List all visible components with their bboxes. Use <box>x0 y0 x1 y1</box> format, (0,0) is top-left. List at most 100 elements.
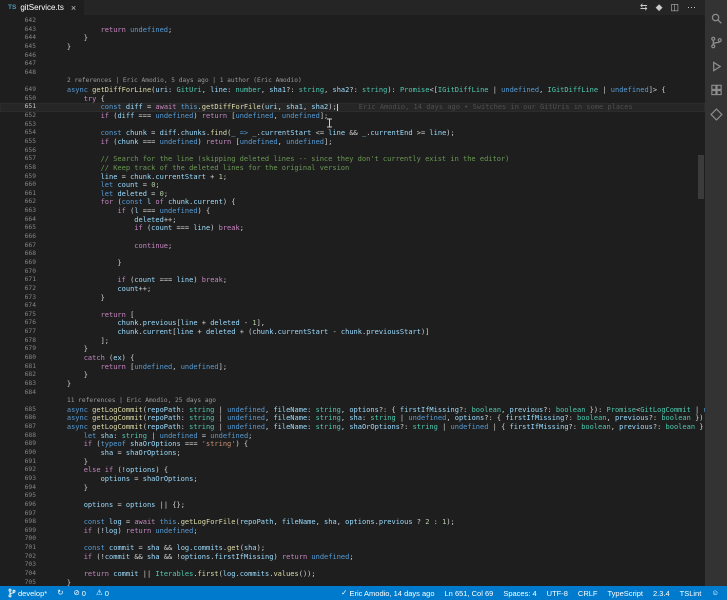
line-number[interactable]: 676 <box>0 319 50 328</box>
code-line[interactable]: 704 return commit || Iterables.first(log… <box>0 570 705 579</box>
code-line[interactable]: 694 } <box>0 484 705 493</box>
code-line[interactable]: 691 } <box>0 458 705 467</box>
codelens-row[interactable]: 2 references | Eric Amodio, 5 days ago |… <box>0 77 705 86</box>
line-number[interactable]: 691 <box>0 458 50 467</box>
code-line[interactable]: 684 <box>0 389 705 398</box>
line-number[interactable]: 654 <box>0 129 50 138</box>
line-number[interactable]: 660 <box>0 181 50 190</box>
line-number[interactable] <box>0 77 50 86</box>
line-number[interactable]: 652 <box>0 112 50 121</box>
line-number[interactable]: 694 <box>0 484 50 493</box>
line-number[interactable]: 671 <box>0 276 50 285</box>
language-mode[interactable]: TypeScript <box>608 589 643 598</box>
code-line[interactable]: 689 if (typeof shaOrOptions === 'string'… <box>0 440 705 449</box>
line-number[interactable]: 656 <box>0 147 50 156</box>
gitlens-icon[interactable] <box>709 108 723 121</box>
codelens-text[interactable]: 11 references | Eric Amodio, 25 days ago <box>50 397 705 406</box>
line-number[interactable]: 672 <box>0 285 50 294</box>
code-line[interactable]: 661 let deleted = 0; <box>0 190 705 199</box>
line-number[interactable]: 698 <box>0 518 50 527</box>
line-number[interactable]: 701 <box>0 544 50 553</box>
eol[interactable]: CRLF <box>578 589 598 598</box>
code-line[interactable]: 642 <box>0 17 705 26</box>
line-number[interactable]: 666 <box>0 233 50 242</box>
code-line[interactable]: 676 chunk.previous[line + deleted - 1], <box>0 319 705 328</box>
close-tab-icon[interactable]: × <box>71 3 76 13</box>
split-editor-action-icon[interactable]: ◫ <box>670 2 679 13</box>
code-line[interactable]: 655 if (chunk === undefined) return [und… <box>0 138 705 147</box>
code-line[interactable]: 672 count++; <box>0 285 705 294</box>
line-number[interactable]: 646 <box>0 52 50 61</box>
code-line[interactable]: 701 const commit = sha && log.commits.ge… <box>0 544 705 553</box>
line-number[interactable]: 679 <box>0 345 50 354</box>
code-line[interactable]: 671 if (count === line) break; <box>0 276 705 285</box>
gitlens-action-icon[interactable]: ◆ <box>656 2 663 13</box>
code-line[interactable]: 702 if (!commit && sha && !options.first… <box>0 553 705 562</box>
extension-version[interactable]: 2.3.4 <box>653 589 670 598</box>
code-line[interactable]: 675 return [ <box>0 311 705 320</box>
error-count[interactable]: ⊘ 0 <box>74 589 86 598</box>
line-number[interactable]: 661 <box>0 190 50 199</box>
code-line[interactable]: 683 } <box>0 380 705 389</box>
code-line[interactable]: 697 <box>0 510 705 519</box>
line-number[interactable]: 665 <box>0 224 50 233</box>
code-line[interactable]: 690 sha = shaOrOptions; <box>0 449 705 458</box>
search-icon[interactable] <box>710 12 723 25</box>
code-line[interactable]: 656 <box>0 147 705 156</box>
code-line[interactable]: 666 <box>0 233 705 242</box>
line-number[interactable]: 673 <box>0 294 50 303</box>
line-number[interactable]: 696 <box>0 501 50 510</box>
code-line[interactable]: 651 const diff = await this.getDiffForFi… <box>0 103 705 113</box>
line-number[interactable]: 655 <box>0 138 50 147</box>
line-number[interactable]: 678 <box>0 337 50 346</box>
codelens-row[interactable]: 11 references | Eric Amodio, 25 days ago <box>0 397 705 406</box>
code-line[interactable]: 696 options = options || {}; <box>0 501 705 510</box>
code-line[interactable]: 650 try { <box>0 95 705 104</box>
line-number[interactable]: 705 <box>0 579 50 586</box>
code-line[interactable]: 678 ]; <box>0 337 705 346</box>
code-line[interactable]: 679 } <box>0 345 705 354</box>
line-number[interactable]: 692 <box>0 466 50 475</box>
line-number[interactable]: 645 <box>0 43 50 52</box>
line-number[interactable]: 663 <box>0 207 50 216</box>
line-number[interactable]: 644 <box>0 34 50 43</box>
tab-gitservice-ts[interactable]: TS gitService.ts × <box>0 0 85 15</box>
line-number[interactable]: 687 <box>0 423 50 432</box>
line-number[interactable]: 685 <box>0 406 50 415</box>
open-changes-action-icon[interactable]: ⇆ <box>640 2 648 13</box>
tslint-status[interactable]: TSLint <box>680 589 702 598</box>
extensions-icon[interactable] <box>710 84 723 97</box>
warning-count[interactable]: ⚠ 0 <box>96 589 109 598</box>
line-number[interactable]: 659 <box>0 173 50 182</box>
line-number[interactable]: 675 <box>0 311 50 320</box>
line-number[interactable]: 668 <box>0 250 50 259</box>
code-line[interactable]: 700 <box>0 535 705 544</box>
code-line[interactable]: 649 async getDiffForLine(uri: GitUri, li… <box>0 86 705 95</box>
code-line[interactable]: 670 <box>0 268 705 277</box>
code-line[interactable]: 668 <box>0 250 705 259</box>
line-number[interactable]: 690 <box>0 449 50 458</box>
code-line[interactable]: 705 } <box>0 579 705 586</box>
code-line[interactable]: 663 if (l === undefined) { <box>0 207 705 216</box>
debug-icon[interactable] <box>710 60 723 73</box>
line-number[interactable]: 700 <box>0 535 50 544</box>
code-line[interactable]: 687 async getLogCommit(repoPath: string … <box>0 423 705 432</box>
line-number[interactable]: 686 <box>0 414 50 423</box>
line-number[interactable]: 651 <box>0 103 50 112</box>
line-number[interactable]: 653 <box>0 121 50 130</box>
line-number[interactable]: 704 <box>0 570 50 579</box>
cursor-position[interactable]: Ln 651, Col 69 <box>445 589 494 598</box>
line-number[interactable]: 683 <box>0 380 50 389</box>
code-line[interactable]: 673 } <box>0 294 705 303</box>
line-number[interactable]: 669 <box>0 259 50 268</box>
line-number[interactable]: 680 <box>0 354 50 363</box>
line-number[interactable] <box>0 397 50 406</box>
code-line[interactable]: 645 } <box>0 43 705 52</box>
line-number[interactable]: 648 <box>0 69 50 78</box>
code-editor[interactable]: 642 643 return undefined; 644 } 645 } 646 647… <box>0 15 705 586</box>
line-number[interactable]: 693 <box>0 475 50 484</box>
line-number[interactable]: 647 <box>0 60 50 69</box>
code-line[interactable]: 652 if (diff === undefined) return [unde… <box>0 112 705 121</box>
code-line[interactable]: 647 <box>0 60 705 69</box>
line-number[interactable]: 699 <box>0 527 50 536</box>
